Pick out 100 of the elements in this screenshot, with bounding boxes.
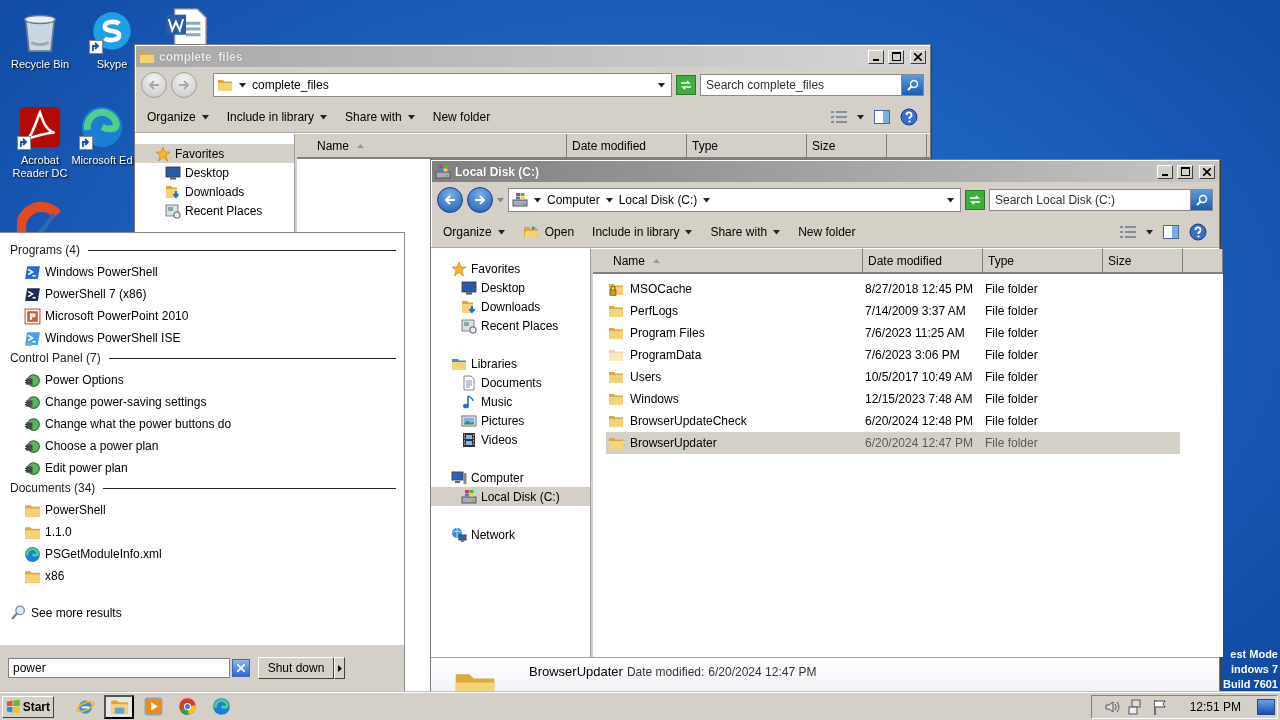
close-button[interactable] [1199,164,1215,179]
close-button[interactable] [910,49,926,64]
search-field[interactable]: Search complete_files [700,74,902,96]
address-bar[interactable]: Computer Local Disk (C:) [508,188,961,212]
shut-down-options-button[interactable] [334,657,345,679]
search-result[interactable]: Change power-saving settings [10,391,396,413]
caret-icon [1146,229,1153,235]
date-modified-value: 6/20/2024 12:47 PM [708,665,817,679]
forward-button[interactable] [467,187,493,213]
breadcrumb[interactable]: Computer [547,193,600,207]
document-icon [461,374,477,391]
search-result[interactable]: Edit power plan [10,457,396,479]
nav-item[interactable]: Documents [431,373,590,392]
file-row[interactable]: MSOCache 8/27/2018 12:45 PM File folder [606,278,1180,300]
sort-arrow-icon [653,258,660,263]
back-arrow-icon [444,195,456,205]
desktop-icon-label[interactable]: Skype [96,58,128,71]
nav-item[interactable]: Videos [431,430,590,449]
nav-item[interactable]: Favorites [135,144,294,163]
search-result[interactable]: PowerShell 7 (x86) [10,283,396,305]
toolbar-button[interactable]: Organize [139,107,219,127]
breadcrumb[interactable]: complete_files [252,78,329,92]
file-row[interactable]: BrowserUpdateCheck 6/20/2024 12:48 PM File folder [606,410,1180,432]
column-header[interactable]: Size [1103,249,1183,272]
column-header[interactable]: Date modified [567,134,687,157]
column-header[interactable]: Name [593,249,863,272]
search-result[interactable]: Power Options [10,369,396,391]
clock[interactable]: 12:51 PM [1189,699,1241,714]
preview-pane-icon[interactable] [1163,225,1179,239]
toolbar-button[interactable]: Include in library [584,222,703,242]
refresh-button[interactable] [965,190,985,210]
clear-button[interactable] [232,659,250,677]
nav-item[interactable]: Recent Places [431,316,590,335]
search-result[interactable]: x86 [10,565,396,587]
column-header[interactable]: Size [807,134,887,157]
search-field[interactable]: Search Local Disk (C:) [989,189,1191,211]
search-result[interactable]: PowerShell [10,499,396,521]
nav-item[interactable]: Libraries [431,354,590,373]
nav-item[interactable]: Network [431,525,590,544]
taskbar-app-button[interactable] [104,694,134,719]
column-header[interactable]: Name [297,134,567,157]
speaker-icon[interactable] [1103,698,1120,715]
file-row[interactable]: Users 10/5/2017 10:49 AM File folder [606,366,1180,388]
nav-item[interactable]: Favorites [431,259,590,278]
see-more-link[interactable]: See more results [10,604,396,621]
nav-item[interactable]: Downloads [431,297,590,316]
search-result[interactable]: Choose a power plan [10,435,396,457]
search-result[interactable]: Windows PowerShell [10,261,396,283]
help-icon[interactable] [900,108,918,126]
toolbar-button[interactable]: New folder [790,222,866,242]
column-header[interactable]: Type [983,249,1103,272]
column-header[interactable]: Date modified [863,249,983,272]
search-result[interactable]: Change what the power buttons do [10,413,396,435]
desktop-icon-label[interactable]: Recycle Bin [10,58,70,71]
file-row[interactable]: Windows 12/15/2023 7:48 AM File folder [606,388,1180,410]
search-result[interactable]: PSGetModuleInfo.xml [10,543,396,565]
refresh-button[interactable] [676,75,696,95]
nav-item[interactable]: Pictures [431,411,590,430]
toolbar-button[interactable]: Organize [435,222,515,242]
search-result[interactable]: 1.1.0 [10,521,396,543]
search-result[interactable]: Windows PowerShell ISE [10,327,396,349]
maximize-button[interactable] [888,49,904,64]
nav-item[interactable]: Music [431,392,590,411]
nav-item[interactable]: Desktop [135,163,294,182]
show-desktop-button[interactable] [1257,698,1275,715]
minimize-button[interactable] [868,49,884,64]
preview-pane-icon[interactable] [874,110,890,124]
help-icon[interactable] [1189,223,1207,241]
flag-icon[interactable] [1151,698,1168,715]
shut-down-button[interactable]: Shut down [258,657,334,679]
address-bar[interactable]: complete_files [213,73,672,97]
build-info-text: Build 7601 [1222,677,1278,692]
search-button[interactable] [902,74,924,96]
file-row[interactable]: PerfLogs 7/14/2009 3:37 AM File folder [606,300,1180,322]
nav-item[interactable]: Downloads [135,182,294,201]
back-button[interactable] [437,187,463,213]
file-row[interactable]: ProgramData 7/6/2023 3:06 PM File folder [606,344,1180,366]
toolbar-button[interactable]: Share with [337,107,425,127]
toolbar-button[interactable]: Include in library [218,107,338,127]
toolbar-button[interactable]: Open [514,221,585,243]
toolbar-button[interactable]: New folder [424,107,501,127]
nav-item[interactable]: Local Disk (C:) [431,487,590,506]
desktop-icon-label[interactable]: Microsoft Ed [71,154,133,167]
file-row[interactable]: BrowserUpdater 6/20/2024 12:47 PM File folder [606,432,1180,454]
start-button[interactable]: Start [2,695,54,718]
nav-item[interactable]: Computer [431,468,590,487]
toolbar-button[interactable]: Share with [702,222,791,242]
column-header[interactable]: Type [687,134,807,157]
nav-item[interactable]: Recent Places [135,201,294,220]
search-field[interactable]: power [8,658,230,678]
file-row[interactable]: Program Files 7/6/2023 11:25 AM File folder [606,322,1180,344]
refresh-icon [680,80,692,90]
breadcrumb[interactable]: Local Disk (C:) [618,193,698,207]
date-modified: 7/6/2023 3:06 PM [865,348,961,362]
search-result[interactable]: Microsoft PowerPoint 2010 [10,305,396,327]
network-icon[interactable] [1127,698,1144,715]
minimize-button[interactable] [1157,164,1173,179]
nav-item[interactable]: Desktop [431,278,590,297]
maximize-button[interactable] [1177,164,1193,179]
search-button[interactable] [1191,189,1213,211]
